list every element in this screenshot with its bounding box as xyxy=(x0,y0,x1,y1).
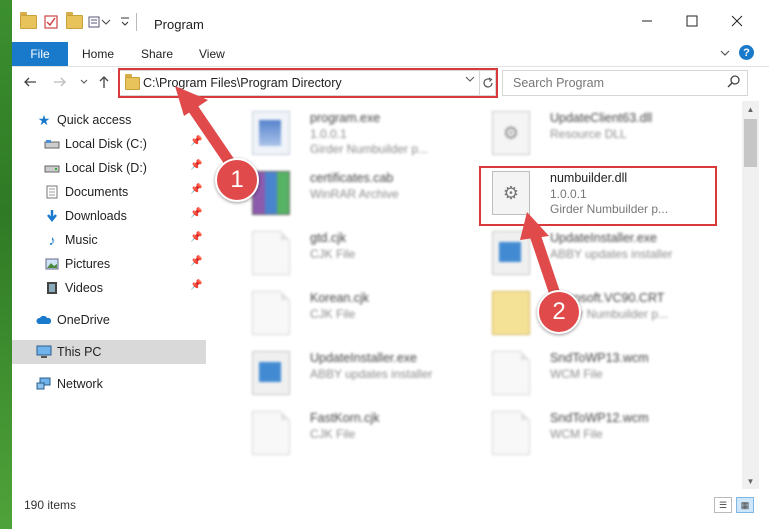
star-icon: ★ xyxy=(37,111,51,128)
scroll-thumb[interactable] xyxy=(744,119,757,167)
quick-access-dropdown-icon[interactable] xyxy=(120,14,130,30)
back-button[interactable] xyxy=(20,72,40,92)
close-button[interactable] xyxy=(722,10,752,32)
nav-videos[interactable]: Videos 📌 xyxy=(12,276,206,300)
properties-icon[interactable] xyxy=(44,14,58,30)
file-item[interactable]: UpdateInstaller.exe ABBY updates install… xyxy=(470,227,700,277)
music-icon: ♪ xyxy=(48,232,56,248)
installer-icon xyxy=(492,231,530,275)
installer-icon xyxy=(252,351,290,395)
file-item[interactable]: Korean.cjk CJK File xyxy=(230,287,460,337)
forward-button[interactable] xyxy=(50,72,70,92)
documents-icon xyxy=(44,185,60,199)
title-bar: Program xyxy=(12,0,769,42)
search-input[interactable]: Search Program xyxy=(502,70,748,96)
file-item[interactable]: program.exe 1.0.0.1 Girder Numbuilder p.… xyxy=(230,107,460,157)
videos-icon xyxy=(44,281,60,295)
step-badge-1: 1 xyxy=(215,158,259,202)
file-icon xyxy=(252,231,290,275)
cloud-icon xyxy=(36,313,52,327)
network-icon xyxy=(36,377,52,391)
ribbon-tabs: File Home Share View ? xyxy=(12,42,769,67)
search-icon[interactable] xyxy=(727,74,741,91)
new-folder-icon[interactable] xyxy=(66,12,83,30)
numbuilder-dll-highlight xyxy=(479,166,717,226)
file-item[interactable]: gtd.cjk CJK File xyxy=(230,227,460,277)
file-icon xyxy=(492,411,530,455)
pictures-icon xyxy=(44,257,60,271)
file-icon xyxy=(252,291,290,335)
nav-documents[interactable]: Documents 📌 xyxy=(12,180,206,204)
folder-icon xyxy=(492,291,530,335)
pin-icon[interactable]: 📌 xyxy=(190,280,202,291)
details-view-icon[interactable]: ☰ xyxy=(714,497,732,513)
step-badge-2: 2 xyxy=(537,290,581,334)
maximize-button[interactable] xyxy=(677,10,707,32)
pin-icon[interactable]: 📌 xyxy=(190,256,202,267)
nav-local-disk-d[interactable]: Local Disk (D:) 📌 xyxy=(12,156,206,180)
pin-icon[interactable]: 📌 xyxy=(190,184,202,195)
help-icon[interactable]: ? xyxy=(739,45,754,60)
pin-icon[interactable]: 📌 xyxy=(190,208,202,219)
item-count: 190 items xyxy=(24,498,77,512)
large-icons-view-icon[interactable]: ▦ xyxy=(736,497,754,513)
tab-file[interactable]: File xyxy=(12,42,68,66)
file-item[interactable]: SndToWP13.wcm WCM File xyxy=(470,347,700,397)
tab-view[interactable]: View xyxy=(199,42,225,66)
nav-onedrive[interactable]: OneDrive xyxy=(12,308,206,332)
file-item[interactable]: SndToWP12.wcm WCM File xyxy=(470,407,700,457)
exe-icon xyxy=(252,111,290,155)
status-bar: 190 items ☰ ▦ xyxy=(12,491,769,517)
minimize-button[interactable] xyxy=(632,10,662,32)
window-title: Program xyxy=(154,17,204,32)
address-bar-highlight xyxy=(118,68,498,98)
folder-icon xyxy=(20,12,37,30)
up-button[interactable] xyxy=(94,72,114,92)
downloads-icon xyxy=(44,209,60,223)
search-placeholder: Search Program xyxy=(513,76,605,90)
scroll-down-icon[interactable]: ▼ xyxy=(742,473,759,489)
vertical-scrollbar[interactable]: ▲ ▼ xyxy=(742,101,759,489)
tab-share[interactable]: Share xyxy=(141,42,173,66)
scroll-up-icon[interactable]: ▲ xyxy=(742,101,759,117)
file-item[interactable]: Microsoft.VC90.CRT Girder Numbuilder p..… xyxy=(470,287,700,337)
nav-network[interactable]: Network xyxy=(12,372,206,396)
expand-ribbon-icon[interactable] xyxy=(719,47,731,61)
customize-toolbar-icon[interactable] xyxy=(88,14,112,30)
pin-icon[interactable]: 📌 xyxy=(190,136,202,147)
file-item[interactable]: certificates.cab WinRAR Archive xyxy=(230,167,460,217)
navigation-pane: ★ Quick access Local Disk (C:) 📌 Local D… xyxy=(12,101,206,491)
file-item[interactable]: UpdateInstaller.exe ABBY updates install… xyxy=(230,347,460,397)
tab-home[interactable]: Home xyxy=(82,42,114,66)
file-icon xyxy=(492,351,530,395)
file-item[interactable]: FastKorn.cjk CJK File xyxy=(230,407,460,457)
explorer-window: Program File Home Share View ? C:\Progra… xyxy=(12,0,769,529)
file-icon xyxy=(252,411,290,455)
nav-music[interactable]: ♪ Music 📌 xyxy=(12,228,206,252)
nav-quick-access[interactable]: ★ Quick access xyxy=(12,108,206,132)
recent-locations-icon[interactable] xyxy=(74,72,94,92)
drive-icon xyxy=(44,161,60,175)
computer-icon xyxy=(36,345,52,359)
pin-icon[interactable]: 📌 xyxy=(190,232,202,243)
nav-pictures[interactable]: Pictures 📌 xyxy=(12,252,206,276)
nav-this-pc[interactable]: This PC xyxy=(12,340,206,364)
drive-icon xyxy=(44,137,60,151)
nav-downloads[interactable]: Downloads 📌 xyxy=(12,204,206,228)
file-item[interactable]: ⚙ UpdateClient63.dll Resource DLL xyxy=(470,107,700,157)
nav-local-disk-c[interactable]: Local Disk (C:) 📌 xyxy=(12,132,206,156)
pin-icon[interactable]: 📌 xyxy=(190,160,202,171)
file-list: program.exe 1.0.0.1 Girder Numbuilder p.… xyxy=(210,101,740,491)
dll-icon: ⚙ xyxy=(492,111,530,155)
